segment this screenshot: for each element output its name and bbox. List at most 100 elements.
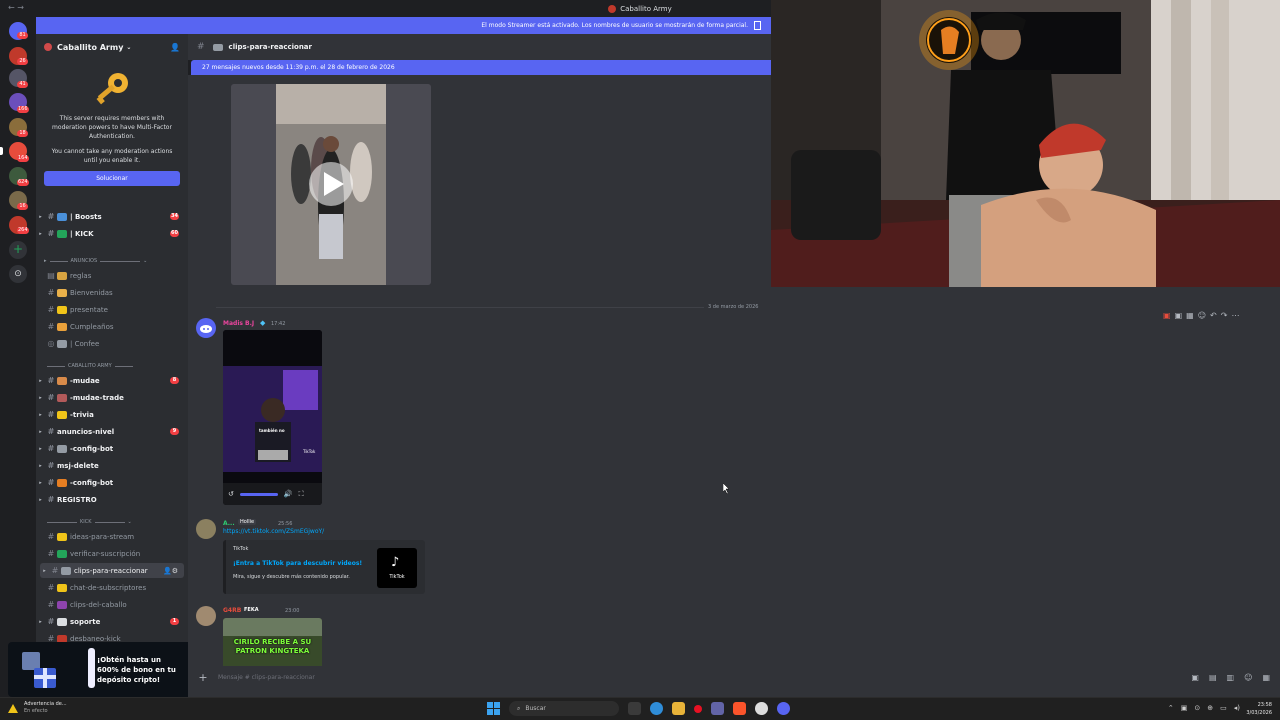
volume-icon[interactable]: ◂) bbox=[1234, 704, 1240, 712]
link-embed: TikTok ¡Entra a TikTok para descubrir vi… bbox=[223, 540, 425, 594]
channel-settings-icon[interactable]: 👤⚙ bbox=[163, 567, 178, 575]
taskbar-search[interactable]: ⌕ Buscar bbox=[509, 701, 619, 716]
obs-icon[interactable] bbox=[755, 702, 768, 715]
timestamp: 25:56 bbox=[278, 521, 293, 527]
channel-anuncios-nivel[interactable]: ▸ # anuncios-nivel 9 bbox=[36, 424, 188, 439]
channel-verificar[interactable]: # verificar-suscripción bbox=[36, 546, 188, 561]
embed-provider[interactable]: TikTok bbox=[233, 546, 248, 552]
more-icon[interactable]: ⋯ bbox=[1231, 311, 1239, 320]
channel-msj-delete[interactable]: ▸ # msj-delete bbox=[36, 458, 188, 473]
username[interactable]: A... bbox=[223, 520, 235, 527]
channel-label: -mudae bbox=[70, 376, 100, 385]
mention-badge: 9 bbox=[170, 428, 179, 435]
chevron-down-icon: ⌄ bbox=[126, 43, 132, 51]
image-attachment[interactable]: CIRILO RECIBE A SU PATRON KINGTEKA bbox=[223, 618, 322, 666]
channel-bienvenidas[interactable]: # Bienvenidas bbox=[36, 285, 188, 300]
channel-clips-caballo[interactable]: # clips-del-caballo bbox=[36, 597, 188, 612]
channel-ideas[interactable]: # ideas-para-stream bbox=[36, 529, 188, 544]
channel-mudae[interactable]: ▸ # -mudae 8 bbox=[36, 373, 188, 388]
taskbar-apps: ⌕ Buscar bbox=[487, 701, 790, 716]
tray-app-icon[interactable]: ⊙ bbox=[1194, 704, 1200, 712]
volume-icon[interactable]: 🔊 bbox=[284, 490, 293, 498]
network-icon[interactable]: ▭ bbox=[1220, 704, 1227, 712]
warning-notification[interactable]: Advertencia de... En efecto bbox=[8, 701, 67, 715]
file-explorer-icon[interactable] bbox=[672, 702, 685, 715]
category-caballito-army[interactable]: CABALLITO ARMY bbox=[44, 360, 184, 372]
task-view-icon[interactable] bbox=[628, 702, 641, 715]
message-input[interactable]: Mensaje # clips-para-reaccionar bbox=[218, 674, 315, 681]
emoji-icon[interactable]: ☺ bbox=[1198, 311, 1206, 320]
fullscreen-icon[interactable]: ⛶ bbox=[299, 490, 304, 499]
mouse-cursor-icon bbox=[723, 483, 730, 494]
tray-app-icon[interactable]: ⊕ bbox=[1207, 704, 1213, 712]
username[interactable]: G4RB bbox=[223, 607, 241, 614]
channel-soporte[interactable]: ▸ # soporte 1 bbox=[36, 614, 188, 629]
new-messages-bar[interactable]: 27 mensajes nuevos desde 11:39 p.m. el 2… bbox=[191, 60, 771, 75]
embed-thumbnail[interactable]: ♪ TikTok bbox=[377, 548, 417, 588]
tray-app-icon[interactable]: ▣ bbox=[1181, 704, 1188, 712]
brave-icon[interactable] bbox=[733, 702, 746, 715]
forward-icon[interactable]: ↷ bbox=[1221, 311, 1228, 320]
video-embed[interactable] bbox=[231, 84, 431, 285]
close-banner-icon[interactable] bbox=[754, 21, 761, 30]
message-composer[interactable]: + Mensaje # clips-para-reaccionar ▣ ▤ ▥ … bbox=[188, 666, 1280, 688]
channel-reglas[interactable]: ▤ reglas bbox=[36, 268, 188, 283]
username[interactable]: Madis B.J bbox=[223, 320, 254, 327]
channel-trivia[interactable]: ▸ # -trivia bbox=[36, 407, 188, 422]
server-header[interactable]: Caballito Army ⌄ 👤 bbox=[36, 34, 188, 60]
grid-icon[interactable]: ▦ bbox=[1186, 311, 1194, 320]
avatar[interactable] bbox=[196, 519, 216, 539]
channel-presentate[interactable]: # presentate bbox=[36, 302, 188, 317]
rail-badge: 81 bbox=[17, 32, 28, 39]
mfa-text-2: You cannot take any moderation actions u… bbox=[51, 148, 173, 164]
apps-icon[interactable]: ▦ bbox=[1262, 673, 1270, 682]
gift-icon[interactable]: ▣ bbox=[1191, 673, 1199, 682]
rail-badge: 41 bbox=[17, 81, 28, 88]
windows-start-icon[interactable] bbox=[487, 702, 500, 715]
gif-icon[interactable]: ▤ bbox=[1209, 673, 1217, 682]
channel-confee[interactable]: ◎ | Confee bbox=[36, 336, 188, 351]
channel-registro[interactable]: ▸ # REGISTRO bbox=[36, 492, 188, 507]
channel-kick[interactable]: ▸ # | KICK 60 bbox=[36, 226, 188, 241]
tray-chevron-icon[interactable]: ⌃ bbox=[1168, 704, 1174, 712]
channel-boosts[interactable]: ▸ # | Boosts 34 bbox=[36, 209, 188, 224]
teams-icon[interactable] bbox=[711, 702, 724, 715]
search-icon: ⌕ bbox=[517, 704, 521, 712]
channel-config-bot[interactable]: ▸ # -config-bot bbox=[36, 441, 188, 456]
avatar[interactable] bbox=[196, 606, 216, 626]
channel-config-bot-2[interactable]: ▸ # -config-bot bbox=[36, 475, 188, 490]
reaction-icon[interactable]: ▣ bbox=[1175, 311, 1183, 320]
server-icon bbox=[608, 4, 617, 13]
nav-arrows-icon[interactable]: ← → bbox=[8, 3, 24, 12]
channel-chat-subs[interactable]: # chat-de-subscriptores bbox=[36, 580, 188, 595]
app-icon[interactable] bbox=[694, 704, 702, 713]
fix-mfa-button[interactable]: Solucionar bbox=[44, 171, 180, 186]
promo-banner[interactable]: ¡Obtén hasta un 600% de bono en tu depós… bbox=[8, 642, 194, 697]
channel-clips-para-reaccionar[interactable]: ▸ # clips-para-reaccionar 👤⚙ bbox=[40, 563, 184, 578]
timestamp: 23:00 bbox=[285, 608, 300, 614]
category-anuncios[interactable]: ▸ ANUNCIOS ⌄ bbox=[44, 255, 184, 267]
channel-mudae-trade[interactable]: ▸ # -mudae-trade bbox=[36, 390, 188, 405]
category-kick[interactable]: KICK ⌄ bbox=[44, 516, 184, 528]
reply-icon[interactable]: ↶ bbox=[1210, 311, 1217, 320]
sticker-icon[interactable]: ▥ bbox=[1227, 673, 1235, 682]
channel-sidebar: Caballito Army ⌄ 👤 This server requires … bbox=[36, 34, 188, 697]
replay-icon[interactable]: ↺ bbox=[228, 490, 234, 498]
add-server-icon[interactable]: + bbox=[9, 241, 27, 259]
discord-icon[interactable] bbox=[777, 702, 790, 715]
emoji-icon[interactable]: ☺ bbox=[1244, 673, 1252, 682]
volume-slider[interactable] bbox=[239, 492, 278, 496]
edge-icon[interactable] bbox=[650, 702, 663, 715]
attach-plus-icon[interactable]: + bbox=[188, 671, 218, 684]
clock[interactable]: 23:58 3/03/2026 bbox=[1246, 701, 1272, 717]
streamer-mode-banner: El modo Streamer está activado. Los nomb… bbox=[36, 17, 771, 34]
add-user-icon[interactable]: 👤 bbox=[170, 43, 180, 52]
tiktok-link[interactable]: https://vt.tiktok.com/ZSmEGjwoY/ bbox=[223, 528, 324, 535]
reaction-icon[interactable]: ▣ bbox=[1163, 311, 1171, 320]
mention-badge: 8 bbox=[170, 377, 179, 384]
video-embed-tiktok[interactable]: también no TikTok ↺ 🔊 ⛶ bbox=[223, 330, 322, 505]
embed-title[interactable]: ¡Entra a TikTok para descubrir videos! bbox=[233, 560, 362, 567]
discover-icon[interactable]: ⊙ bbox=[9, 265, 27, 283]
channel-cumpleanos[interactable]: # Cumpleaños bbox=[36, 319, 188, 334]
avatar[interactable] bbox=[196, 318, 216, 338]
